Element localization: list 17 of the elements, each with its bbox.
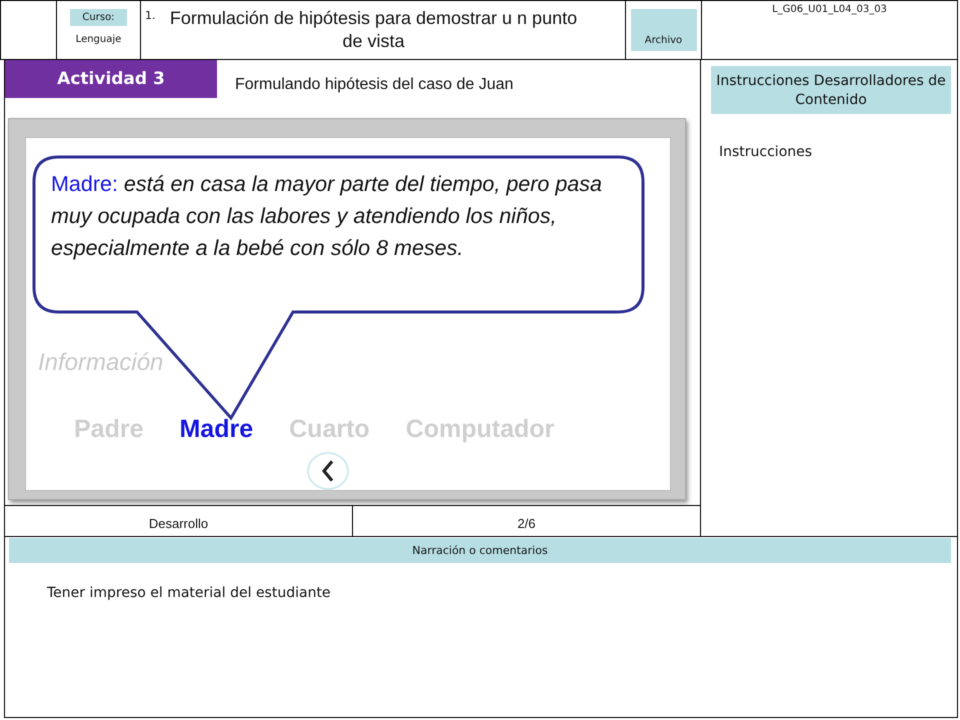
file-label: Archivo: [630, 9, 696, 51]
narration-heading: Narración o comentarios: [9, 538, 951, 563]
back-icon: [320, 459, 336, 483]
back-button[interactable]: [307, 452, 349, 490]
activity-subtitle: Formulando hipótesis del caso de Juan: [235, 76, 514, 94]
page-title: Formulación de hipótesis para demostrar u n punto de vista: [168, 7, 578, 53]
course-label: Curso:: [70, 9, 127, 26]
nav-item[interactable]: Madre: [179, 415, 254, 444]
instructions-heading: Instrucciones Desarrolladores de Contenido: [711, 66, 951, 114]
callout-text: Madre: está en casa la mayor parte del tiempo, pero pasa muy ocupada con las labores y atendiendo los niños, especialmente a la bebé con sólo 8 meses.: [51, 171, 603, 262]
narration-text: Tener impreso el material del estudiante: [47, 585, 332, 601]
item-number: 1.: [145, 8, 156, 24]
table-cell-text: 2/6: [517, 516, 536, 533]
instructions-text: Instrucciones: [719, 144, 814, 160]
table-cell-text: Desarrollo: [148, 516, 208, 533]
document-code: L_G06_U01_L04_03_03: [772, 4, 887, 17]
course-name: Lenguaje: [76, 34, 122, 45]
